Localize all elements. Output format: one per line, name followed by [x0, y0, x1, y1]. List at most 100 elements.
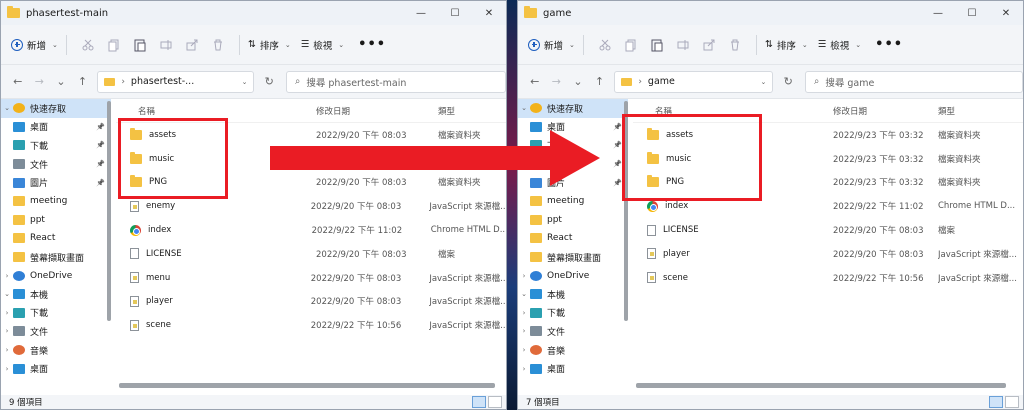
more-options-button[interactable]: •••	[875, 37, 903, 52]
pin-icon[interactable]: 📌	[96, 123, 105, 131]
column-header-date[interactable]: 修改日期	[833, 105, 938, 117]
expand-chevron-icon[interactable]: ⌄	[1, 104, 13, 112]
pin-icon[interactable]: 📌	[613, 179, 622, 187]
view-button[interactable]: ☰ 檢視 ⌄	[818, 38, 861, 52]
view-button[interactable]: ☰ 檢視 ⌄	[301, 38, 344, 52]
horizontal-scrollbar[interactable]	[636, 383, 1006, 388]
address-box[interactable]: › game ⌄	[614, 70, 774, 93]
nav-item[interactable]: › 文件	[518, 322, 628, 341]
horizontal-scrollbar[interactable]	[119, 383, 495, 388]
pin-icon[interactable]: 📌	[96, 160, 105, 168]
chevron-down-icon[interactable]: ⌄	[761, 78, 767, 86]
nav-item[interactable]: meeting	[518, 192, 628, 211]
title-bar[interactable]: game — ☐ ✕	[518, 1, 1023, 25]
sort-button[interactable]: ⇅ 排序 ⌄	[248, 38, 291, 52]
file-row[interactable]: index 2022/9/22 下午 11:02 Chrome HTML D...	[633, 194, 1023, 218]
nav-item[interactable]: › OneDrive	[1, 266, 111, 285]
forward-button[interactable]: →	[546, 75, 568, 88]
nav-item[interactable]: 螢幕擷取畫面	[1, 248, 111, 267]
paste-button[interactable]	[644, 38, 670, 52]
copy-button[interactable]	[618, 38, 644, 52]
nav-item[interactable]: › 音樂	[518, 341, 628, 360]
cut-button[interactable]	[75, 38, 101, 52]
tiles-view-button[interactable]	[488, 396, 502, 408]
close-button[interactable]: ✕	[472, 1, 506, 25]
file-row[interactable]: scene 2022/9/22 下午 10:56 JavaScript 來源檔...	[116, 313, 506, 337]
new-button[interactable]: 新增 ⌄	[528, 38, 575, 52]
nav-item[interactable]: React	[518, 229, 628, 248]
up-button[interactable]: ↑	[589, 75, 611, 88]
nav-item[interactable]: ⌄ 本機	[518, 285, 628, 304]
share-button[interactable]	[696, 38, 722, 52]
expand-chevron-icon[interactable]: ⌄	[1, 290, 13, 298]
nav-item[interactable]: › 下載	[1, 304, 111, 323]
file-row[interactable]: player 2022/9/20 下午 08:03 JavaScript 來源檔..…	[116, 290, 506, 314]
maximize-button[interactable]: ☐	[955, 1, 989, 25]
nav-item[interactable]: 圖片 📌	[1, 173, 111, 192]
nav-item[interactable]: 螢幕擷取畫面	[518, 248, 628, 267]
details-view-button[interactable]	[472, 396, 486, 408]
file-row[interactable]: PNG 2022/9/23 下午 03:32 檔案資料夾	[633, 171, 1023, 195]
rename-button[interactable]	[153, 38, 179, 52]
tiles-view-button[interactable]	[1005, 396, 1019, 408]
pin-icon[interactable]: 📌	[96, 179, 105, 187]
more-options-button[interactable]: •••	[358, 37, 386, 52]
refresh-button[interactable]: ↻	[777, 75, 799, 88]
expand-chevron-icon[interactable]: ›	[1, 309, 13, 317]
back-button[interactable]: ←	[524, 75, 546, 88]
expand-chevron-icon[interactable]: ›	[1, 365, 13, 373]
search-box[interactable]: ⌕ 搜尋 phasertest-main	[286, 70, 506, 93]
pin-icon[interactable]: 📌	[613, 123, 622, 131]
expand-chevron-icon[interactable]: ›	[518, 346, 530, 354]
maximize-button[interactable]: ☐	[438, 1, 472, 25]
close-button[interactable]: ✕	[989, 1, 1023, 25]
minimize-button[interactable]: —	[404, 1, 438, 25]
expand-chevron-icon[interactable]: ⌄	[518, 290, 530, 298]
nav-item[interactable]: › 桌面	[1, 359, 111, 378]
nav-item[interactable]: ⌄ 本機	[1, 285, 111, 304]
expand-chevron-icon[interactable]: ›	[1, 272, 13, 280]
expand-chevron-icon[interactable]: ›	[1, 346, 13, 354]
nav-item[interactable]: 桌面 📌	[1, 118, 111, 137]
file-row[interactable]: index 2022/9/22 下午 11:02 Chrome HTML D...	[116, 218, 506, 242]
file-row[interactable]: LICENSE 2022/9/20 下午 08:03 檔案	[116, 242, 506, 266]
expand-chevron-icon[interactable]: ›	[518, 327, 530, 335]
nav-item[interactable]: ppt	[1, 211, 111, 230]
new-button[interactable]: 新增 ⌄	[11, 38, 58, 52]
nav-item[interactable]: 文件 📌	[1, 155, 111, 174]
search-box[interactable]: ⌕ 搜尋 game	[805, 70, 1023, 93]
navigation-scrollbar[interactable]	[107, 101, 111, 321]
column-header-type[interactable]: 類型	[938, 105, 955, 117]
nav-item[interactable]: › OneDrive	[518, 266, 628, 285]
sort-button[interactable]: ⇅ 排序 ⌄	[765, 38, 808, 52]
nav-item[interactable]: 下載 📌	[1, 136, 111, 155]
file-row[interactable]: LICENSE 2022/9/20 下午 08:03 檔案	[633, 218, 1023, 242]
expand-chevron-icon[interactable]: ›	[518, 365, 530, 373]
nav-item[interactable]: › 下載	[518, 304, 628, 323]
rename-button[interactable]	[670, 38, 696, 52]
share-button[interactable]	[179, 38, 205, 52]
expand-chevron-icon[interactable]: ›	[1, 327, 13, 335]
file-row[interactable]: music 2022/9/23 下午 03:32 檔案資料夾	[633, 147, 1023, 171]
expand-chevron-icon[interactable]: ›	[518, 309, 530, 317]
delete-button[interactable]	[722, 38, 748, 52]
nav-item[interactable]: ⌄ 快速存取	[1, 99, 111, 118]
nav-item[interactable]: React	[1, 229, 111, 248]
chevron-down-icon[interactable]: ⌄	[242, 78, 248, 86]
pin-icon[interactable]: 📌	[613, 141, 622, 149]
pin-icon[interactable]: 📌	[96, 141, 105, 149]
minimize-button[interactable]: —	[921, 1, 955, 25]
expand-chevron-icon[interactable]: ›	[518, 272, 530, 280]
nav-item[interactable]: ppt	[518, 211, 628, 230]
nav-item[interactable]: › 文件	[1, 322, 111, 341]
nav-item[interactable]: › 音樂	[1, 341, 111, 360]
file-row[interactable]: enemy 2022/9/20 下午 08:03 JavaScript 來源檔...	[116, 194, 506, 218]
column-header-name[interactable]: 名稱	[633, 105, 833, 117]
expand-chevron-icon[interactable]: ⌄	[518, 104, 530, 112]
nav-item[interactable]: ⌄ 快速存取	[518, 99, 628, 118]
delete-button[interactable]	[205, 38, 231, 52]
pin-icon[interactable]: 📌	[613, 160, 622, 168]
column-header-type[interactable]: 類型	[438, 105, 455, 117]
forward-button[interactable]: →	[29, 75, 51, 88]
title-bar[interactable]: phasertest-main — ☐ ✕	[1, 1, 506, 25]
